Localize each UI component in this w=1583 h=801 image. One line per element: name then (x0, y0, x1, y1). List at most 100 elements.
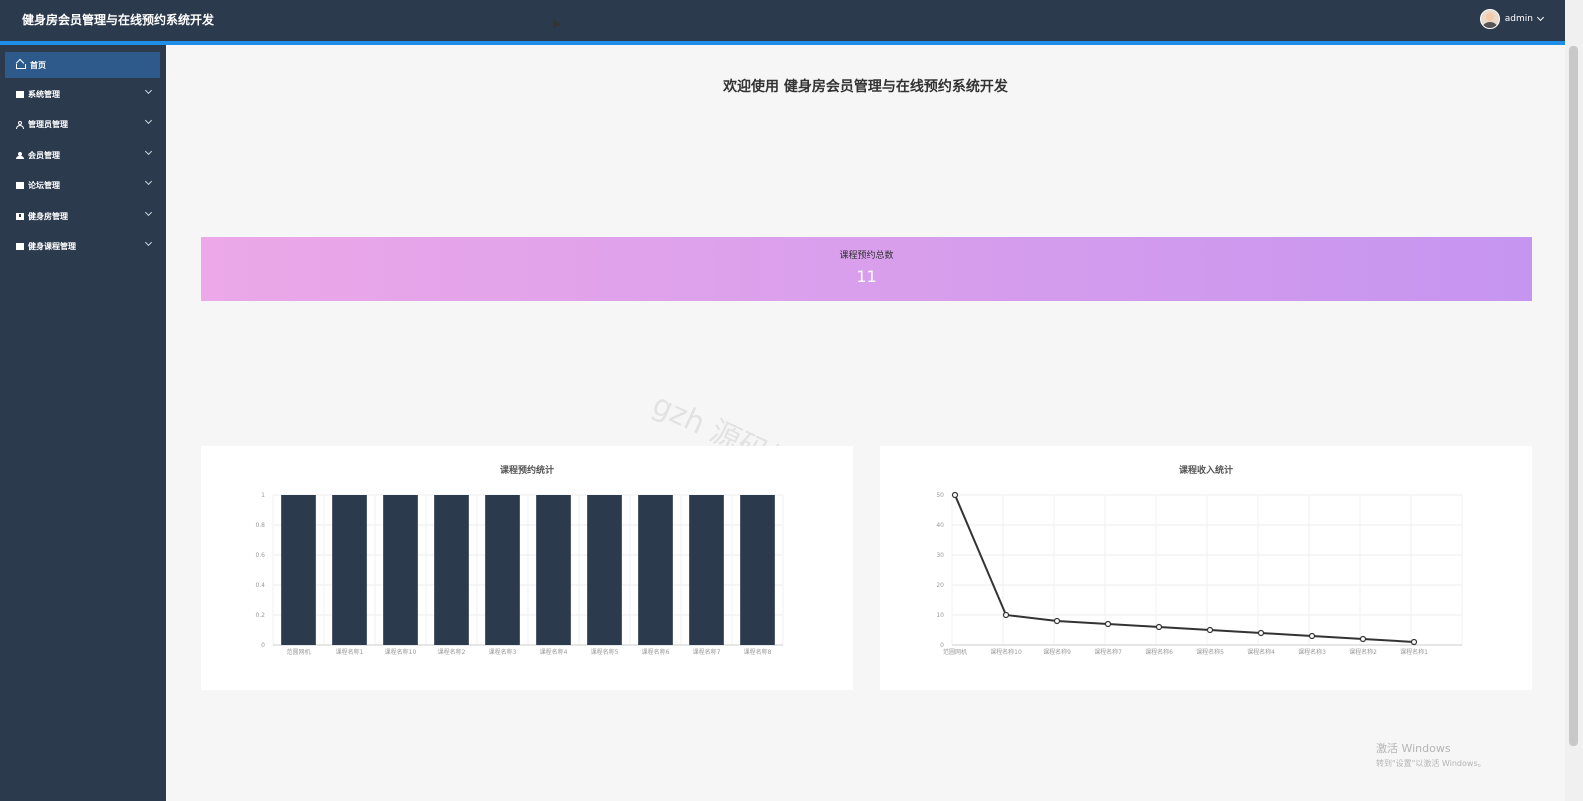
bar (638, 495, 673, 645)
activation-subtitle: 转到"设置"以激活 Windows。 (1376, 759, 1486, 768)
y-tick-label: 40 (936, 522, 944, 529)
y-tick-label: 0.8 (255, 522, 265, 529)
y-tick-label: 0 (261, 642, 265, 649)
bar (740, 495, 775, 645)
data-point (1410, 638, 1418, 646)
data-point (1257, 629, 1265, 637)
chevron-down-icon (144, 238, 153, 247)
bar (536, 495, 571, 645)
chevron-down-icon (144, 208, 153, 217)
bar (332, 495, 367, 645)
chevron-down-icon (144, 86, 153, 95)
user-menu[interactable]: admin (1479, 9, 1545, 29)
y-tick-label: 0 (940, 642, 944, 649)
bar (434, 495, 469, 645)
x-tick-label: 课程名称7 (693, 648, 721, 656)
revenue-chart-card: 课程收入统计 0 10 20 30 40 50 范圆网机 课程名称10 课程名称9 课程名称7 课程… (880, 446, 1532, 690)
x-tick-label: 课程名称7 (1094, 648, 1122, 656)
sidebar-item-label: 会员管理 (28, 150, 60, 160)
header-accent-bar (0, 41, 1565, 45)
x-tick-label: 课程名称3 (1298, 648, 1326, 656)
bar (383, 495, 418, 645)
sidebar-item-gym[interactable]: 健身房管理 (5, 203, 160, 229)
y-tick-label: 30 (936, 552, 944, 559)
stat-value: 11 (856, 267, 877, 286)
x-tick-label: 课程名称1 (336, 648, 364, 656)
y-tick-label: 0.2 (255, 612, 265, 619)
x-tick-label: 课程名称2 (438, 648, 466, 656)
bar (485, 495, 520, 645)
avatar[interactable] (1479, 9, 1500, 29)
bar (689, 495, 724, 645)
person-icon (16, 151, 24, 159)
y-tick-label: 10 (936, 612, 944, 619)
x-tick-label: 范圆网机 (943, 648, 967, 656)
app-title: 健身房会员管理与在线预约系统开发 (22, 13, 215, 27)
bar (281, 495, 316, 645)
chevron-down-icon (144, 116, 153, 125)
y-tick-label: 0.6 (255, 552, 265, 559)
home-icon (16, 64, 26, 69)
x-tick-label: 课程名称9 (1043, 648, 1071, 656)
user-outline-icon (16, 120, 24, 129)
sidebar-item-label: 管理员管理 (28, 119, 68, 129)
revenue-line-chart: 0 10 20 30 40 50 范圆网机 课程名称10 课程名称9 课程名称7 课程名称6 课程名称… (936, 491, 1463, 656)
x-tick-label: 范圆网机 (286, 648, 310, 656)
sidebar-item-label: 健身课程管理 (28, 241, 76, 251)
top-header: 健身房会员管理与在线预约系统开发 admin (0, 0, 1565, 41)
sidebar-item-label: 系统管理 (28, 89, 60, 99)
booking-bar-chart: 0 0.2 0.4 0.6 0.8 1 范圆网机 课程名称1 课程名称10 课程名称2 课程名称3 课… (255, 492, 784, 656)
data-point (1359, 635, 1367, 643)
x-tick-label: 课程名称10 (990, 648, 1022, 656)
sidebar-item-forum[interactable]: 论坛管理 (5, 172, 160, 198)
x-tick-label: 课程名称6 (1145, 648, 1173, 656)
data-point (1206, 626, 1214, 634)
series-line (954, 494, 1415, 643)
x-tick-label: 课程名称2 (1349, 648, 1377, 656)
sidebar-item-label: 首页 (30, 60, 46, 70)
y-tick-label: 50 (936, 492, 944, 499)
sidebar-item-courses[interactable]: 健身课程管理 (5, 233, 160, 259)
y-tick-label: 1 (261, 492, 265, 499)
sidebar-item-members[interactable]: 会员管理 (5, 142, 160, 168)
book-icon (16, 212, 24, 220)
chevron-down-icon (144, 177, 153, 186)
sidebar-item-admins[interactable]: 管理员管理 (5, 111, 160, 137)
x-tick-label: 课程名称4 (540, 648, 568, 656)
sidebar-item-label: 论坛管理 (28, 180, 60, 190)
chevron-down-icon[interactable] (1536, 13, 1545, 22)
x-tick-label: 课程名称3 (489, 648, 517, 656)
data-point (1053, 617, 1061, 625)
bar (587, 495, 622, 645)
x-tick-label: 课程名称8 (744, 648, 772, 656)
x-tick-label: 课程名称4 (1247, 648, 1275, 656)
x-tick-label: 课程名称10 (385, 648, 417, 656)
x-tick-label: 课程名称1 (1400, 648, 1428, 656)
stat-label: 课程预约总数 (839, 251, 894, 261)
stat-card: 课程预约总数 11 (201, 237, 1532, 301)
username[interactable]: admin (1505, 14, 1533, 24)
page-title: 欢迎使用 健身房会员管理与在线预约系统开发 (723, 79, 1008, 95)
sidebar-item-label: 健身房管理 (28, 211, 68, 221)
data-point (1308, 632, 1316, 640)
data-point (1155, 623, 1163, 631)
x-tick-label: 课程名称5 (591, 648, 619, 656)
data-point (1104, 620, 1112, 628)
data-point (951, 491, 959, 499)
chevron-down-icon (144, 147, 153, 156)
forum-icon (16, 181, 24, 189)
windows-activation-notice: 激活 Windows 转到"设置"以激活 Windows。 (1376, 740, 1486, 769)
data-point (1002, 611, 1010, 619)
y-tick-label: 20 (936, 582, 944, 589)
sidebar: 首页 系统管理 管理员管理 会员管理 论坛管理 健身房管理 健身课程管理 (0, 45, 166, 801)
page-scrollbar[interactable] (1565, 0, 1583, 801)
booking-chart-card: 课程预约统计 0 0.2 0.4 0.6 0.8 1 范圆网机 课程名称1 课程名称10 课程名称… (201, 446, 853, 690)
folder-icon (16, 90, 24, 98)
x-tick-label: 课程名称6 (642, 648, 670, 656)
sidebar-item-system[interactable]: 系统管理 (5, 81, 160, 107)
sidebar-item-home[interactable]: 首页 (5, 52, 160, 78)
activation-title: 激活 Windows (1376, 742, 1451, 755)
y-tick-label: 0.4 (255, 582, 265, 589)
x-tick-label: 课程名称5 (1196, 648, 1224, 656)
course-icon (16, 242, 24, 250)
